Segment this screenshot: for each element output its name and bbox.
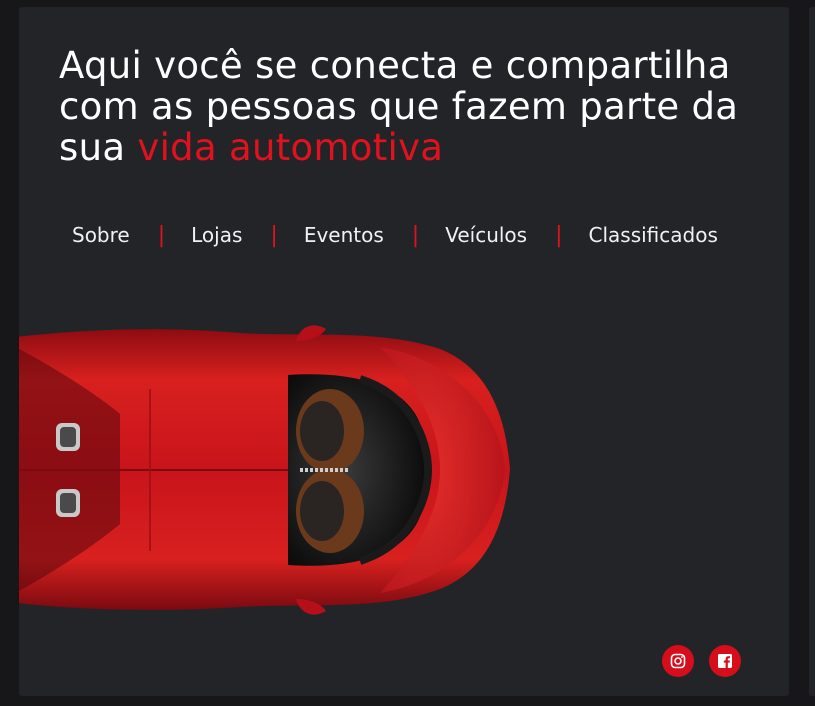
nav-item-veiculos[interactable]: Veículos [445,223,527,247]
headline-highlight: vida automotiva [137,126,444,169]
facebook-icon [718,654,732,668]
car-image [19,319,520,629]
adjacent-card-edge [809,7,815,696]
nav-separator: | [555,222,563,248]
nav-item-sobre[interactable]: Sobre [72,223,130,247]
nav-item-lojas[interactable]: Lojas [191,223,242,247]
instagram-icon [670,653,686,669]
nav-separator: | [157,222,166,248]
instagram-button[interactable] [662,645,694,677]
nav-item-eventos[interactable]: Eventos [304,223,384,247]
main-nav: Sobre | Lojas | Eventos | Veículos | Cla… [72,220,772,250]
nav-separator: | [270,222,278,248]
hero-card: Aqui você se conecta e compartilha com a… [19,7,789,696]
nav-item-classificados[interactable]: Classificados [589,223,718,247]
facebook-button[interactable] [709,645,741,677]
nav-separator: | [411,222,420,248]
car-illustration [19,325,510,615]
hero-headline: Aqui você se conecta e compartilha com a… [59,45,779,168]
